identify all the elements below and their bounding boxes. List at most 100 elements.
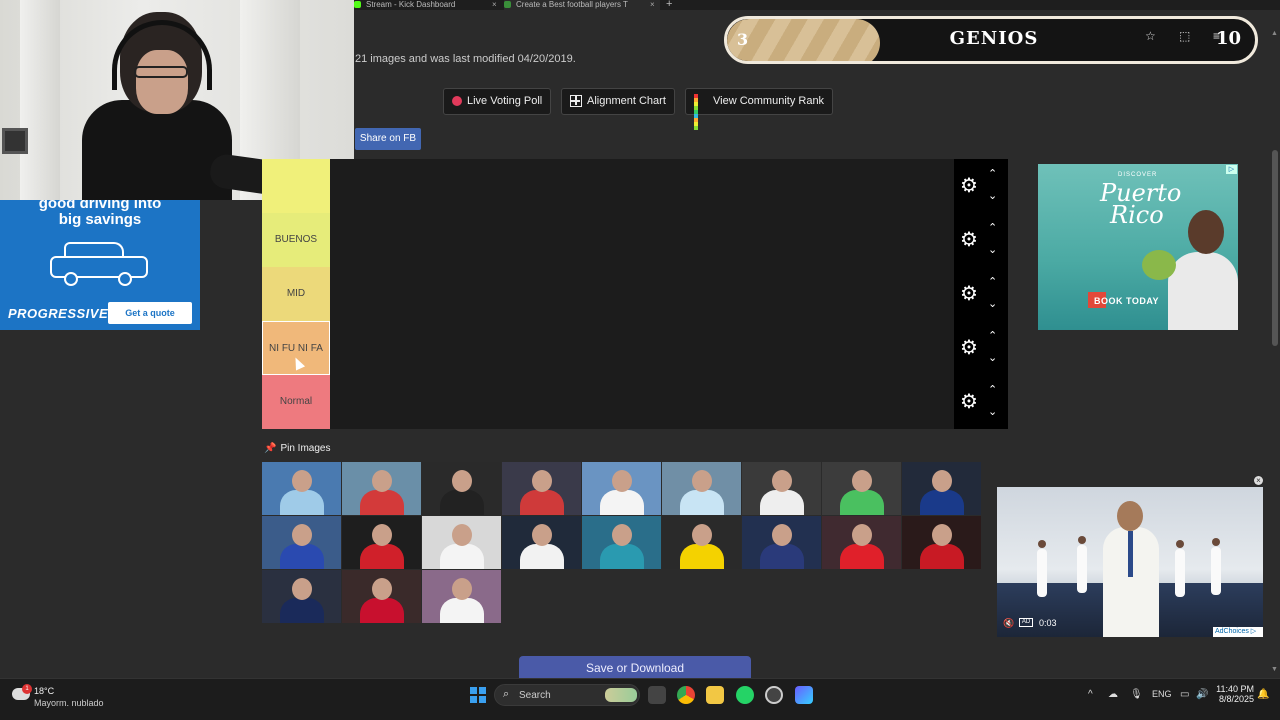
player-card[interactable]	[742, 516, 821, 569]
player-card[interactable]	[822, 516, 901, 569]
player-card[interactable]	[262, 516, 341, 569]
player-card[interactable]	[902, 516, 981, 569]
player-card[interactable]	[582, 462, 661, 515]
player-card[interactable]	[502, 516, 581, 569]
gear-icon[interactable]: ⚙	[960, 230, 978, 250]
scroll-down-icon[interactable]: ▼	[1271, 666, 1278, 673]
background-dancer	[1077, 536, 1087, 593]
player-kit	[360, 490, 404, 515]
adchoices-link[interactable]: AdChoices ▷	[1213, 627, 1263, 637]
scroll-up-icon[interactable]: ▲	[1271, 30, 1278, 37]
player-card[interactable]	[342, 516, 421, 569]
tab-close-icon[interactable]: ×	[650, 0, 655, 9]
player-card[interactable]	[422, 462, 501, 515]
curtain	[20, 0, 60, 200]
taskbar-search[interactable]: ⌕ Search	[494, 684, 640, 706]
page-scrollbar[interactable]: ▲ ▼	[1270, 10, 1280, 678]
tray-chevron-icon[interactable]: ^	[1088, 689, 1093, 700]
progressive-ad[interactable]: good driving into big savings PROGRESSIV…	[0, 200, 200, 330]
video-ad-player[interactable]: 🔇 AD 0:03 AdChoices ▷	[997, 487, 1263, 637]
list-meta-text: 21 images and was last modified 04/20/20…	[355, 53, 576, 65]
weather-desc: Mayorm. nublado	[34, 698, 104, 708]
volume-icon[interactable]: 🔊	[1196, 689, 1208, 700]
chevron-down-icon[interactable]: ⌄	[988, 245, 997, 256]
tier-drop-zone[interactable]	[330, 375, 954, 429]
scroll-thumb[interactable]	[1272, 150, 1278, 346]
alignment-chart-button[interactable]: Alignment Chart	[561, 88, 675, 115]
tier-drop-zone[interactable]	[330, 213, 954, 267]
tier-label[interactable]: Normal	[262, 375, 330, 429]
gear-icon[interactable]: ⚙	[960, 338, 978, 358]
player-card[interactable]	[342, 570, 421, 623]
ad-woman	[1168, 252, 1238, 330]
video-close-icon[interactable]: ×	[1254, 476, 1263, 485]
player-card[interactable]	[742, 462, 821, 515]
chevron-up-icon[interactable]: ⌃	[988, 385, 997, 396]
player-card[interactable]	[342, 462, 421, 515]
player-card[interactable]	[902, 462, 981, 515]
chevron-down-icon[interactable]: ⌄	[988, 299, 997, 310]
microphone-icon[interactable]: 🎙	[1130, 689, 1143, 700]
tab-kick-dashboard[interactable]: Stream - Kick Dashboard ×	[354, 0, 500, 10]
player-face	[372, 524, 392, 546]
chrome-icon[interactable]	[677, 686, 695, 704]
save-download-button[interactable]: Save or Download	[519, 656, 751, 680]
chevron-down-icon[interactable]: ⌄	[988, 353, 997, 364]
file-explorer-icon[interactable]	[706, 686, 724, 704]
tier-drop-zone[interactable]	[330, 267, 954, 321]
tier-drop-zone[interactable]	[330, 159, 954, 213]
player-card[interactable]	[262, 462, 341, 515]
network-icon[interactable]: ▭	[1180, 689, 1189, 700]
clock[interactable]: 11:40 PM 8/8/2025	[1214, 684, 1254, 704]
chevron-up-icon[interactable]: ⌃	[988, 277, 997, 288]
chevron-up-icon[interactable]: ⌃	[988, 223, 997, 234]
live-voting-poll-button[interactable]: Live Voting Poll	[443, 88, 552, 115]
chevron-down-icon[interactable]: ⌄	[988, 407, 997, 418]
stream-score-overlay: 3 GENIOS ☆ ⬚ ≡ 10	[724, 16, 1258, 64]
share-fb-button[interactable]: Share on FB	[355, 128, 421, 150]
whatsapp-icon[interactable]	[736, 686, 754, 704]
chevron-up-icon[interactable]: ⌃	[988, 331, 997, 342]
player-face	[772, 470, 792, 492]
gear-icon[interactable]: ⚙	[960, 284, 978, 304]
tab-tier-list[interactable]: Create a Best football players T ×	[504, 0, 660, 10]
bookmark-star-icon[interactable]: ☆	[1145, 29, 1156, 43]
app-icon[interactable]	[795, 686, 813, 704]
player-face	[852, 470, 872, 492]
adchoices-icon[interactable]: ▷	[1226, 165, 1237, 174]
chevron-up-icon[interactable]: ⌃	[988, 169, 997, 180]
pin-images-title: 📌 Pin Images	[264, 443, 330, 454]
player-card[interactable]	[582, 516, 661, 569]
tier-label[interactable]: MID	[262, 267, 330, 321]
mute-icon[interactable]: 🔇	[1003, 618, 1014, 629]
tab-close-icon[interactable]: ×	[492, 0, 497, 9]
language-indicator[interactable]: ENG	[1152, 689, 1172, 699]
player-card[interactable]	[822, 462, 901, 515]
chevron-down-icon[interactable]: ⌄	[988, 191, 997, 202]
new-tab-button[interactable]: +	[666, 0, 672, 10]
player-card[interactable]	[662, 516, 741, 569]
player-kit	[360, 544, 404, 569]
player-card[interactable]	[262, 570, 341, 623]
notification-bell-icon[interactable]: 🔔	[1257, 689, 1269, 700]
chrome-profile-icon[interactable]	[765, 686, 783, 704]
player-card[interactable]	[422, 570, 501, 623]
player-face	[452, 578, 472, 600]
task-view-icon[interactable]	[648, 686, 666, 704]
book-today-button[interactable]: BOOK TODAY	[1094, 296, 1159, 306]
pin-title-label: Pin Images	[280, 443, 331, 454]
tier-drop-zone[interactable]	[330, 321, 954, 375]
community-rank-button[interactable]: View Community Rank	[685, 88, 834, 131]
gear-icon[interactable]: ⚙	[960, 176, 978, 196]
tier-label[interactable]: BUENOS	[262, 213, 330, 267]
get-quote-button[interactable]: Get a quote	[108, 302, 192, 324]
onedrive-icon[interactable]: ☁	[1108, 689, 1118, 700]
player-card[interactable]	[502, 462, 581, 515]
gear-icon[interactable]: ⚙	[960, 392, 978, 412]
player-card[interactable]	[662, 462, 741, 515]
windows-start-icon[interactable]	[470, 687, 486, 703]
player-card[interactable]	[422, 516, 501, 569]
tier-label[interactable]	[262, 159, 330, 213]
puerto-rico-ad[interactable]: DISCOVER Puerto Rico BOOK TODAY ▷	[1038, 164, 1238, 330]
extensions-icon[interactable]: ⬚	[1179, 29, 1190, 43]
